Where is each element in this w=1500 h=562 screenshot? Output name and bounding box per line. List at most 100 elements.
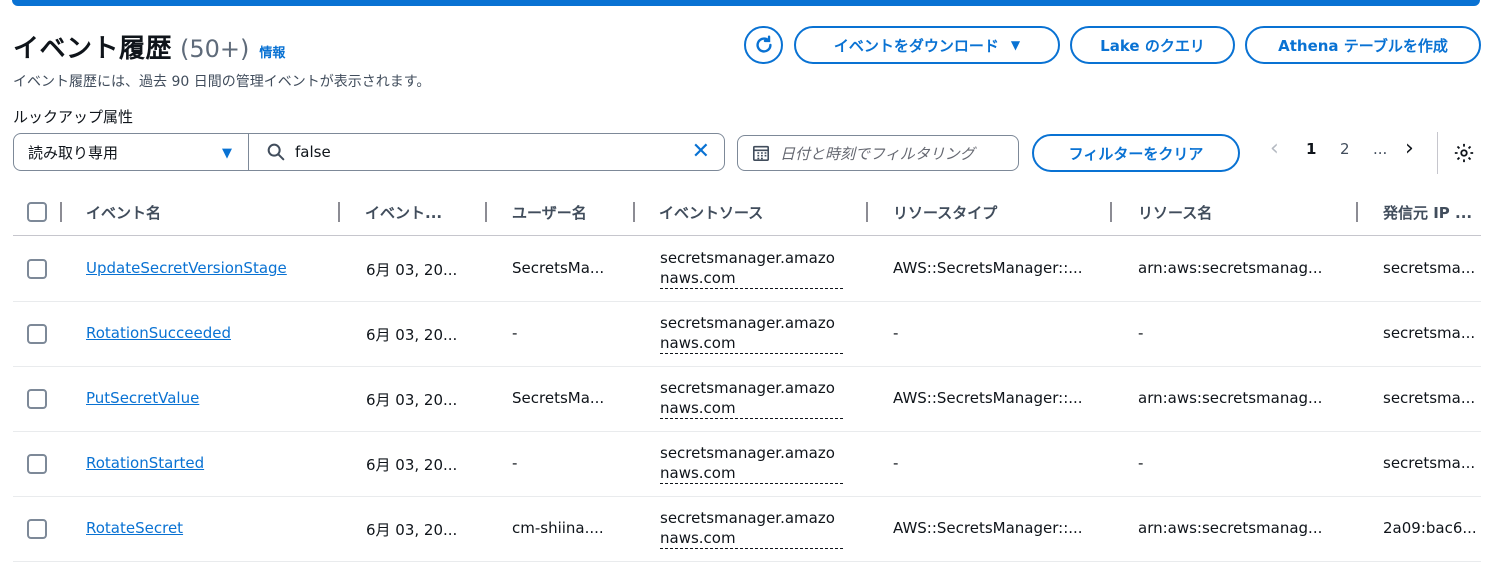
resource-type: AWS::SecretsManager::... (893, 259, 1083, 277)
previous-page-icon[interactable]: ‹ (1270, 136, 1279, 161)
source-ip: secretsma... (1383, 454, 1476, 472)
event-source: secretsmanager.amazo naws.com (660, 508, 843, 549)
user-name: cm-shiina.... (512, 519, 604, 537)
create-athena-table-label: Athena テーブルを作成 (1278, 36, 1448, 55)
row-checkbox[interactable] (27, 519, 47, 539)
source-ip: secretsma... (1383, 259, 1476, 277)
resource-name: - (1138, 324, 1144, 342)
table-row: UpdateSecretVersionStage 6月 03, 20... Se… (13, 237, 1481, 302)
page-title: イベント履歴 (13, 34, 173, 64)
caret-down-icon: ▼ (222, 146, 232, 161)
event-source-line2: naws.com (660, 333, 843, 354)
table-row: RotationSucceeded 6月 03, 20... - secrets… (13, 302, 1481, 367)
source-ip: 2a09:bac6... (1383, 519, 1477, 537)
event-source: secretsmanager.amazo naws.com (660, 378, 843, 419)
date-range-filter[interactable]: 日付と時刻でフィルタリング (737, 135, 1019, 171)
event-source-line1: secretsmanager.amazo (660, 444, 835, 462)
column-separator (60, 202, 62, 222)
event-name-link[interactable]: PutSecretValue (86, 389, 199, 407)
refresh-button[interactable] (744, 26, 783, 64)
search-input[interactable]: false ✕ (248, 133, 725, 171)
event-source-line1: secretsmanager.amazo (660, 314, 835, 332)
source-ip: secretsma... (1383, 389, 1476, 407)
event-name-link[interactable]: RotationStarted (86, 454, 204, 472)
lookup-attribute-label: ルックアップ属性 (13, 108, 134, 126)
top-accent-bar (12, 0, 1480, 6)
event-name-link[interactable]: RotationSucceeded (86, 324, 231, 342)
column-separator[interactable] (1110, 202, 1112, 222)
event-time: 6月 03, 20... (366, 456, 458, 474)
column-separator[interactable] (866, 202, 868, 222)
event-source-line2: naws.com (660, 268, 843, 289)
event-name-link[interactable]: RotateSecret (86, 519, 183, 537)
event-count: (50+) (180, 35, 250, 63)
table-row: RotationStarted 6月 03, 20... - secretsma… (13, 432, 1481, 497)
column-event-time[interactable]: イベント... (365, 202, 442, 223)
search-value: false (295, 143, 331, 161)
row-checkbox[interactable] (27, 259, 47, 279)
date-filter-placeholder: 日付と時刻でフィルタリング (780, 144, 975, 163)
event-source: secretsmanager.amazo naws.com (660, 313, 843, 354)
next-page-icon[interactable]: › (1405, 136, 1414, 161)
create-athena-table-button[interactable]: Athena テーブルを作成 (1245, 26, 1481, 64)
table-row: PutSecretValue 6月 03, 20... SecretsMa...… (13, 367, 1481, 432)
lake-query-button[interactable]: Lake のクエリ (1070, 26, 1235, 64)
page-2[interactable]: 2 (1340, 140, 1350, 158)
event-source-line2: naws.com (660, 463, 843, 484)
event-name-link[interactable]: UpdateSecretVersionStage (86, 259, 287, 277)
event-time: 6月 03, 20... (366, 391, 458, 409)
column-source-ip[interactable]: 発信元 IP ... (1383, 202, 1472, 223)
source-ip: secretsma... (1383, 324, 1476, 342)
pagination-divider (1437, 132, 1438, 174)
row-checkbox[interactable] (27, 454, 47, 474)
event-time: 6月 03, 20... (366, 521, 458, 539)
event-source-line2: naws.com (660, 398, 843, 419)
resource-name: - (1138, 454, 1144, 472)
column-separator[interactable] (338, 202, 340, 222)
search-icon (267, 143, 285, 161)
select-all-checkbox[interactable] (27, 202, 47, 222)
event-source-line1: secretsmanager.amazo (660, 509, 835, 527)
user-name: - (512, 324, 518, 342)
column-separator[interactable] (485, 202, 487, 222)
caret-down-icon: ▼ (1010, 38, 1021, 52)
table-header: イベント名 イベント... ユーザー名 イベントソース リソースタイプ リソース… (13, 190, 1481, 236)
resource-name: arn:aws:secretsmanag... (1138, 519, 1323, 537)
gear-icon[interactable] (1453, 142, 1475, 164)
lookup-attribute-value: 読み取り専用 (28, 143, 119, 162)
clear-filter-button[interactable]: フィルターをクリア (1032, 134, 1240, 172)
close-icon[interactable]: ✕ (692, 140, 710, 164)
download-events-button[interactable]: イベントをダウンロード ▼ (794, 26, 1060, 64)
user-name: - (512, 454, 518, 472)
resource-type: AWS::SecretsManager::... (893, 389, 1083, 407)
column-resource-type[interactable]: リソースタイプ (893, 202, 997, 223)
row-checkbox[interactable] (27, 324, 47, 344)
refresh-icon (755, 35, 772, 53)
resource-type: - (893, 454, 899, 472)
event-time: 6月 03, 20... (366, 261, 458, 279)
column-separator[interactable] (633, 202, 635, 222)
column-resource-name[interactable]: リソース名 (1138, 202, 1212, 223)
page-ellipsis: ... (1373, 140, 1388, 158)
clear-filter-label: フィルターをクリア (1068, 144, 1204, 163)
user-name: SecretsMa... (512, 389, 605, 407)
page-header: イベント履歴 (50+) 情報 (13, 28, 285, 65)
event-time: 6月 03, 20... (366, 326, 458, 344)
lookup-attribute-select[interactable]: 読み取り専用 ▼ (13, 133, 249, 171)
page-1[interactable]: 1 (1306, 140, 1316, 158)
lake-query-label: Lake のクエリ (1100, 36, 1205, 55)
resource-name: arn:aws:secretsmanag... (1138, 259, 1323, 277)
column-separator[interactable] (1356, 202, 1358, 222)
column-event-name[interactable]: イベント名 (86, 202, 161, 223)
info-link[interactable]: 情報 (259, 42, 285, 61)
column-user-name[interactable]: ユーザー名 (512, 202, 587, 223)
event-source: secretsmanager.amazo naws.com (660, 443, 843, 484)
page-description: イベント履歴には、過去 90 日間の管理イベントが表示されます。 (13, 74, 431, 90)
event-source-line2: naws.com (660, 528, 843, 549)
table-row: RotateSecret 6月 03, 20... cm-shiina.... … (13, 497, 1481, 562)
row-checkbox[interactable] (27, 389, 47, 409)
user-name: SecretsMa... (512, 259, 605, 277)
column-event-source[interactable]: イベントソース (659, 202, 763, 223)
event-source: secretsmanager.amazo naws.com (660, 248, 843, 289)
download-events-label: イベントをダウンロード (833, 36, 999, 55)
